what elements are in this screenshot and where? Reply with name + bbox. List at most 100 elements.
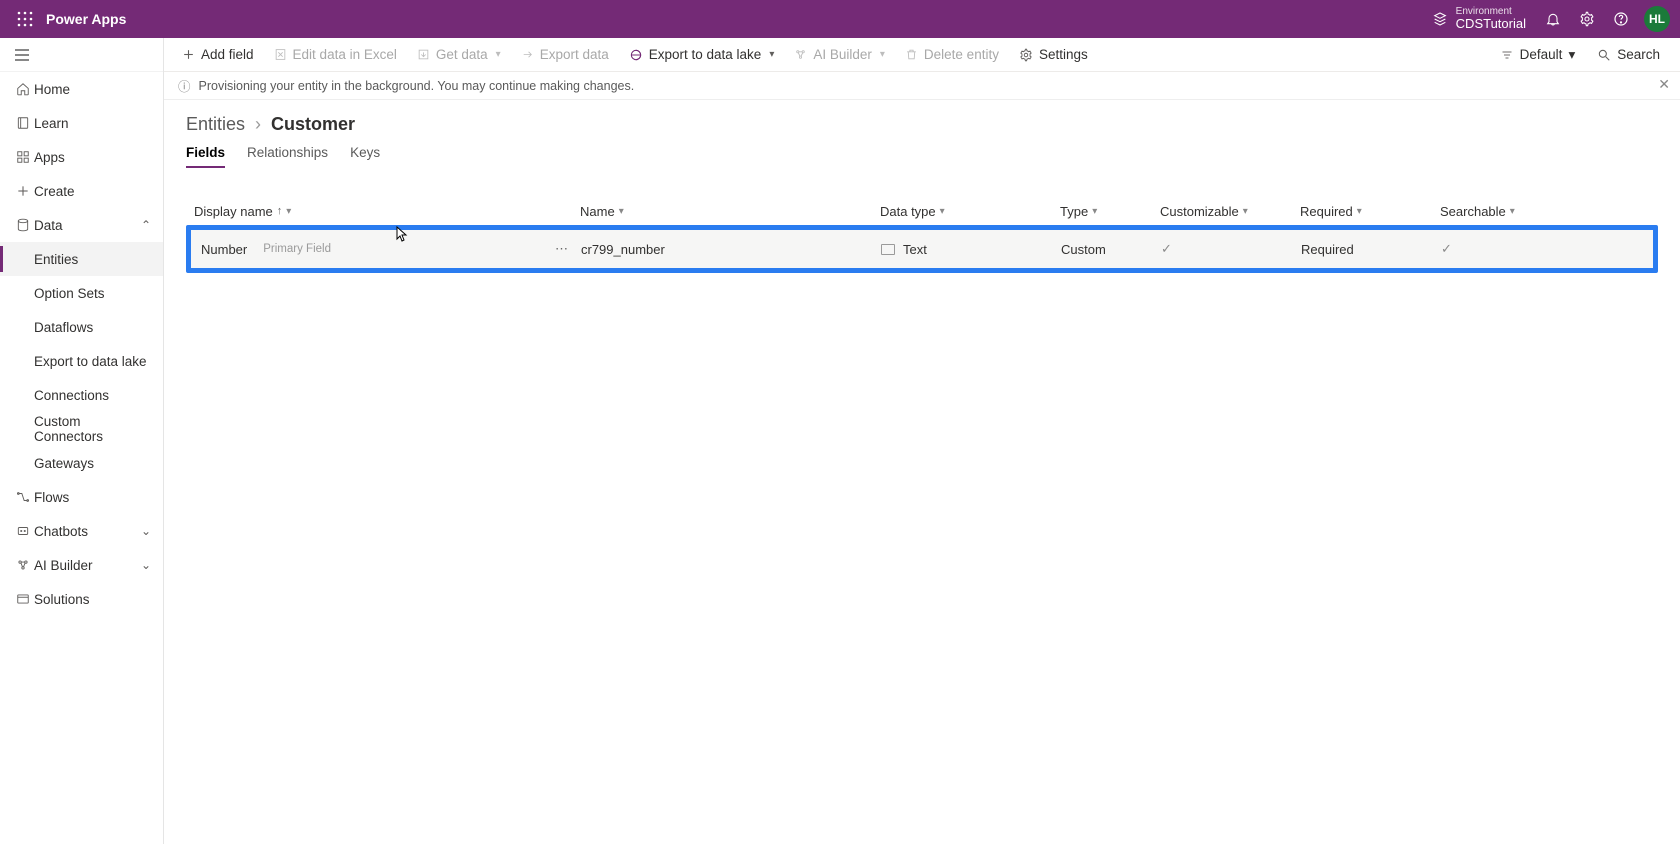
grid-header: Display name ↑ ▾ Name ▾ Data type ▾ Type: [186, 197, 1658, 225]
data-icon: [12, 218, 34, 232]
nav-label: Apps: [34, 150, 151, 165]
lake-icon: [629, 48, 643, 62]
cmd-label: Export data: [540, 47, 609, 62]
nav-gateways[interactable]: Gateways: [0, 446, 163, 480]
chevron-down-icon: ▾: [286, 206, 291, 217]
brand-label: Power Apps: [46, 11, 126, 27]
cmd-export-lake[interactable]: Export to data lake ▾: [621, 38, 783, 71]
nav-ai-builder[interactable]: AI Builder ⌄: [0, 548, 163, 582]
plus-icon: [12, 184, 34, 198]
environment-selector[interactable]: Environment CDSTutorial: [1432, 6, 1526, 31]
book-icon: [12, 116, 34, 130]
nav-chatbots[interactable]: Chatbots ⌄: [0, 514, 163, 548]
cmd-ai-builder: AI Builder ▾: [786, 38, 893, 71]
breadcrumb: Entities › Customer: [186, 114, 1658, 135]
ai-icon: [794, 48, 807, 61]
nav-label: Custom Connectors: [34, 414, 151, 444]
nav-solutions[interactable]: Solutions: [0, 582, 163, 616]
row-name: cr799_number: [581, 242, 665, 257]
col-type[interactable]: Type ▾: [1060, 204, 1160, 219]
content: Entities › Customer Fields Relationships…: [164, 100, 1680, 844]
entity-tabs: Fields Relationships Keys: [186, 145, 1658, 169]
info-bar: ⓘ Provisioning your entity in the backgr…: [164, 72, 1680, 100]
nav-custom-connectors[interactable]: Custom Connectors: [0, 412, 163, 446]
col-searchable[interactable]: Searchable ▾: [1440, 204, 1530, 219]
chevron-down-icon: ▾: [1357, 206, 1362, 217]
text-type-icon: [881, 244, 895, 255]
nav-home[interactable]: Home: [0, 72, 163, 106]
app-launcher-icon[interactable]: [10, 11, 40, 27]
nav-connections[interactable]: Connections: [0, 378, 163, 412]
row-more-icon[interactable]: ⋯: [555, 241, 569, 257]
chevron-down-icon: ▾: [880, 49, 885, 60]
chevron-down-icon: ▾: [1510, 206, 1515, 217]
breadcrumb-current: Customer: [271, 114, 355, 135]
solutions-icon: [12, 592, 34, 606]
cmd-label: Delete entity: [924, 47, 999, 62]
fields-grid: Display name ↑ ▾ Name ▾ Data type ▾ Type: [186, 197, 1658, 273]
nav-data[interactable]: Data ⌃: [0, 208, 163, 242]
cmd-label: Settings: [1039, 47, 1088, 62]
gear-icon: [1019, 48, 1033, 62]
sort-asc-icon: ↑: [277, 205, 283, 217]
col-display-name[interactable]: Display name ↑ ▾: [190, 204, 580, 219]
nav-learn[interactable]: Learn: [0, 106, 163, 140]
nav-dataflows[interactable]: Dataflows: [0, 310, 163, 344]
tab-relationships[interactable]: Relationships: [247, 145, 328, 168]
nav-collapse-icon[interactable]: [0, 38, 163, 72]
trash-icon: [905, 48, 918, 61]
notifications-icon[interactable]: [1536, 0, 1570, 38]
col-name[interactable]: Name ▾: [580, 204, 880, 219]
col-data-type[interactable]: Data type ▾: [880, 204, 1060, 219]
export-icon: [521, 48, 534, 61]
ai-icon: [12, 558, 34, 572]
user-avatar[interactable]: HL: [1644, 6, 1670, 32]
home-icon: [12, 82, 34, 96]
table-row[interactable]: Number Primary Field ⋯ cr799_number Text: [191, 230, 1653, 268]
cmd-export-data: Export data: [513, 38, 617, 71]
nav-label: Learn: [34, 116, 151, 131]
cmd-label: Edit data in Excel: [293, 47, 397, 62]
excel-icon: [274, 48, 287, 61]
nav-export-lake[interactable]: Export to data lake: [0, 344, 163, 378]
search-button[interactable]: Search: [1587, 47, 1670, 62]
nav-label: Connections: [34, 388, 151, 403]
cmd-settings[interactable]: Settings: [1011, 38, 1096, 71]
chevron-up-icon: ⌃: [141, 218, 151, 232]
nav-label: Data: [34, 218, 141, 233]
help-icon[interactable]: [1604, 0, 1638, 38]
chevron-down-icon: ▾: [769, 49, 774, 60]
cmd-get-data: Get data ▾: [409, 38, 509, 71]
info-icon: ⓘ: [178, 76, 191, 95]
nav-label: Export to data lake: [34, 354, 151, 369]
col-customizable[interactable]: Customizable ▾: [1160, 204, 1300, 219]
view-selector[interactable]: Default ▾: [1492, 47, 1584, 63]
check-icon: ✓: [1441, 241, 1452, 257]
main-area: Add field Edit data in Excel Get data ▾ …: [164, 38, 1680, 844]
nav-label: Option Sets: [34, 286, 151, 301]
chevron-down-icon: ⌄: [141, 524, 151, 538]
nav-create[interactable]: Create: [0, 174, 163, 208]
nav-flows[interactable]: Flows: [0, 480, 163, 514]
nav-label: AI Builder: [34, 558, 141, 573]
chevron-down-icon: ▾: [1243, 206, 1248, 217]
settings-icon[interactable]: [1570, 0, 1604, 38]
get-data-icon: [417, 48, 430, 61]
cmd-add-field[interactable]: Add field: [174, 38, 262, 71]
nav-apps[interactable]: Apps: [0, 140, 163, 174]
tab-fields[interactable]: Fields: [186, 145, 225, 168]
nav-label: Gateways: [34, 456, 151, 471]
row-display-name: Number: [201, 242, 247, 257]
col-required[interactable]: Required ▾: [1300, 204, 1440, 219]
chevron-down-icon: ▾: [1092, 206, 1097, 217]
primary-field-badge: Primary Field: [263, 243, 331, 255]
nav-label: Solutions: [34, 592, 151, 607]
nav-option-sets[interactable]: Option Sets: [0, 276, 163, 310]
close-icon[interactable]: ✕: [1658, 76, 1670, 93]
plus-icon: [182, 48, 195, 61]
breadcrumb-parent[interactable]: Entities: [186, 114, 245, 135]
chevron-down-icon: ▾: [496, 49, 501, 60]
nav-entities[interactable]: Entities: [0, 242, 163, 276]
tab-keys[interactable]: Keys: [350, 145, 380, 168]
row-type: Custom: [1061, 242, 1106, 257]
